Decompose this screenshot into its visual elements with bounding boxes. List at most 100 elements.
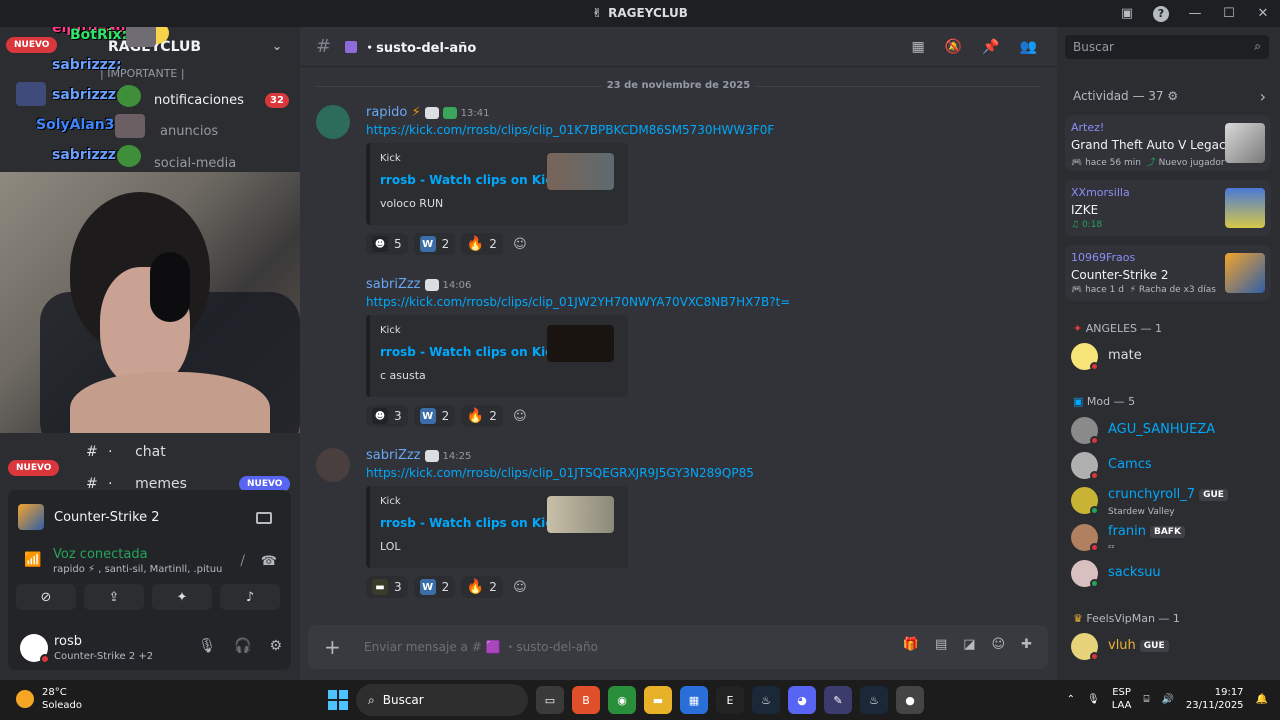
discord-icon[interactable]: ◕ [788, 686, 816, 714]
obs-icon[interactable]: ● [896, 686, 924, 714]
headphones-icon[interactable]: 🎧 [234, 638, 251, 654]
add-reaction-icon[interactable]: ☺ [509, 576, 531, 598]
member-item[interactable]: franin BAFK ᶻᶻ [1071, 522, 1271, 554]
microphone-icon[interactable]: 🎙 [198, 638, 216, 654]
minimize-button[interactable]: — [1178, 0, 1212, 27]
channel-chat[interactable]: # · chat [86, 444, 166, 460]
mic-icon[interactable]: 🎙 [1087, 694, 1100, 705]
reaction[interactable]: ☻ 5 [366, 233, 408, 255]
message-link[interactable]: https://kick.com/rrosb/clips/clip_01JTSQ… [366, 466, 754, 480]
reaction[interactable]: W2 [413, 576, 456, 598]
volume-icon[interactable]: 🔊 [1161, 694, 1173, 705]
pin-icon[interactable]: 📌 [982, 39, 999, 55]
avatar[interactable] [316, 105, 350, 139]
network-icon[interactable]: ⌸ [1143, 694, 1149, 705]
inbox-icon[interactable]: ▣ [1110, 0, 1144, 27]
reaction[interactable]: W2 [413, 405, 456, 427]
gif-icon[interactable]: ▤ [935, 637, 947, 652]
member-list-icon[interactable]: 👥 [1020, 39, 1037, 55]
camera-off-button[interactable]: ⊘ [16, 584, 76, 610]
taskbar-search[interactable]: ⌕ Buscar [356, 684, 528, 716]
stream-icon[interactable] [256, 512, 272, 524]
reaction[interactable]: 🔥 2 [461, 233, 503, 255]
help-icon[interactable]: ? [1144, 0, 1178, 27]
activities-button[interactable]: ✦ [152, 584, 212, 610]
member-item[interactable]: mate [1071, 341, 1271, 373]
maximize-button[interactable]: ☐ [1212, 0, 1246, 27]
steam-icon[interactable]: ♨ [860, 686, 888, 714]
reaction[interactable]: ▬ 3 [366, 576, 408, 598]
user-panel[interactable]: rosb Counter-Strike 2 +2 🎙 🎧 ⚙ [18, 630, 282, 666]
member-item[interactable]: sacksuu [1071, 558, 1271, 590]
message-composer: + 🎁 ▤ ◪ ☺ ✚ [308, 625, 1048, 669]
embed-thumbnail[interactable] [547, 153, 614, 190]
message-input[interactable] [364, 632, 784, 662]
current-game[interactable]: Counter-Strike 2 [18, 498, 282, 536]
search-input[interactable]: Buscar ⌕ [1065, 35, 1269, 59]
noise-suppression-icon[interactable]: ⧸ [240, 554, 244, 569]
embed-title[interactable]: rrosb - Watch clips on Kick [380, 345, 560, 359]
overlay-chat-user: sabrizzz: [52, 147, 122, 163]
signal-icon[interactable]: 📶 [24, 552, 41, 568]
message-link[interactable]: https://kick.com/rrosb/clips/clip_01JW2Y… [366, 295, 790, 309]
embed-thumbnail[interactable] [547, 496, 614, 533]
store-icon[interactable]: ▦ [680, 686, 708, 714]
embed-title[interactable]: rrosb - Watch clips on Kick [380, 516, 560, 530]
member-name: vluh GUE [1108, 638, 1169, 653]
activity-card[interactable]: 10969Fraos Counter-Strike 2 🎮 hace 1 d ⚡… [1065, 245, 1271, 301]
file-explorer-icon[interactable]: ▬ [644, 686, 672, 714]
epic-games-icon[interactable]: E [716, 686, 744, 714]
gear-icon[interactable]: ⚙ [269, 638, 282, 654]
message-author[interactable]: rapido [366, 105, 407, 120]
reaction[interactable]: W2 [413, 233, 456, 255]
plus-icon[interactable]: + [324, 635, 341, 659]
close-button[interactable]: ✕ [1246, 0, 1280, 27]
chrome-icon[interactable]: ◉ [608, 686, 636, 714]
embed-title[interactable]: rrosb - Watch clips on Kick [380, 173, 560, 187]
search-icon: ⌕ [1254, 39, 1261, 53]
language-indicator[interactable]: ESP LAA [1112, 686, 1132, 712]
apps-icon[interactable]: ✚ [1021, 637, 1032, 652]
message-author[interactable]: sabriZzz [366, 448, 421, 463]
activity-card[interactable]: Artez! Grand Theft Auto V Legacy 🎮 hace … [1065, 115, 1271, 171]
soundboard-button[interactable]: ♪ [220, 584, 280, 610]
clock[interactable]: 19:17 23/11/2025 [1186, 686, 1244, 712]
weather-widget[interactable]: 28°C Soleado [16, 686, 82, 712]
app-icon[interactable]: ✎ [824, 686, 852, 714]
avatar[interactable] [316, 448, 350, 482]
chevron-up-icon[interactable]: ⌃ [1067, 694, 1075, 705]
voice-panel: Counter-Strike 2 📶 Voz conectada rapido … [8, 490, 291, 670]
overlay-chat-user: sabrizzz: [52, 87, 122, 103]
gear-icon[interactable]: ⚙ [1167, 89, 1178, 103]
threads-icon[interactable]: ▦ [911, 39, 924, 55]
avatar[interactable] [316, 277, 350, 311]
add-reaction-icon[interactable]: ☺ [509, 405, 531, 427]
emoji-picker-icon[interactable]: ☺ [992, 637, 1006, 652]
brave-icon[interactable]: B [572, 686, 600, 714]
steam-icon[interactable]: ♨ [752, 686, 780, 714]
embed-thumbnail[interactable] [547, 325, 614, 362]
notifications-muted-icon[interactable]: 🔕 [945, 39, 962, 55]
gift-icon[interactable]: 🎁 [903, 637, 919, 652]
disconnect-icon[interactable]: ☎ [261, 554, 277, 569]
activity-card[interactable]: XXmorsilla IZKE ♫ 0:18 [1065, 180, 1271, 236]
add-reaction-icon[interactable]: ☺ [509, 233, 531, 255]
screen-share-button[interactable]: ⇪ [84, 584, 144, 610]
message-author[interactable]: sabriZzz [366, 277, 421, 292]
member-item[interactable]: AGU_SANHUEZA [1071, 415, 1271, 447]
reaction[interactable]: 🔥 2 [461, 576, 503, 598]
notifications-icon[interactable]: 🔔 [1256, 694, 1268, 705]
reaction[interactable]: 🔥 2 [461, 405, 503, 427]
start-icon[interactable] [328, 690, 348, 710]
temperature: 28°C [42, 687, 67, 698]
reaction[interactable]: ☻ 3 [366, 405, 408, 427]
link-embed: Kick rrosb - Watch clips on Kick voloco … [366, 143, 628, 225]
webcam-headset [150, 252, 190, 322]
member-item[interactable]: Camcs [1071, 450, 1271, 482]
sticker-icon[interactable]: ◪ [963, 637, 975, 652]
message-link[interactable]: https://kick.com/rrosb/clips/clip_01K7BP… [366, 123, 774, 137]
task-view-icon[interactable]: ▭ [536, 686, 564, 714]
chevron-right-icon[interactable]: › [1260, 87, 1266, 106]
member-item[interactable]: vluh GUE [1071, 631, 1271, 663]
member-item[interactable]: crunchyroll_7 GUE Stardew Valley [1071, 485, 1271, 517]
